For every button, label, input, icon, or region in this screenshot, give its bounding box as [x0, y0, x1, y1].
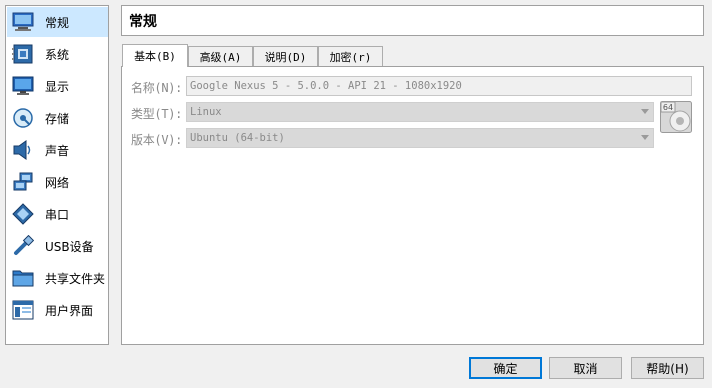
tab-label: 高级(A): [199, 50, 242, 64]
chevron-down-icon: [641, 135, 649, 140]
sidebar-item-user-interface[interactable]: 用户界面: [7, 295, 108, 325]
name-label: 名称(N):: [131, 81, 183, 95]
sidebar-item-general[interactable]: 常规: [7, 7, 108, 37]
user-interface-window-icon: [11, 298, 35, 322]
sidebar-item-label: USB设备: [45, 239, 94, 254]
chevron-down-icon: [641, 109, 649, 114]
name-value: Google Nexus 5 - 5.0.0 - API 21 - 1080x1…: [190, 80, 462, 92]
help-button-label: 帮助(H): [646, 361, 689, 376]
sidebar-item-label: 声音: [45, 143, 70, 158]
sidebar-item-label: 系统: [45, 47, 70, 62]
sidebar-item-storage[interactable]: 存储: [7, 103, 108, 133]
ok-button-label: 确定: [493, 361, 518, 376]
tab-advanced[interactable]: 高级(A): [188, 46, 253, 66]
serial-port-icon: [11, 202, 35, 226]
monitor-general-icon: [11, 10, 35, 34]
ok-button[interactable]: 确定: [469, 357, 542, 379]
sidebar-item-label: 用户界面: [45, 303, 94, 318]
tab-label: 加密(r): [329, 50, 372, 64]
motherboard-chip-icon: [11, 42, 35, 66]
shared-folder-icon: [11, 266, 35, 290]
usb-plug-icon: [11, 234, 35, 258]
tab-label: 基本(B): [134, 50, 176, 63]
type-label: 类型(T):: [131, 107, 183, 121]
sidebar-item-label: 显示: [45, 79, 70, 94]
os-badge-text: 64: [663, 103, 673, 112]
page-title-text: 常规: [129, 13, 157, 30]
speaker-icon: [11, 138, 35, 162]
sidebar-item-serial-ports[interactable]: 串口: [7, 199, 108, 229]
name-field: Google Nexus 5 - 5.0.0 - API 21 - 1080x1…: [186, 76, 692, 96]
type-select: Linux: [186, 102, 654, 122]
tab-encryption[interactable]: 加密(r): [318, 46, 383, 66]
sidebar-item-shared-folders[interactable]: 共享文件夹: [7, 263, 108, 293]
version-value: Ubuntu (64-bit): [190, 132, 285, 144]
sidebar-item-label: 共享文件夹: [45, 271, 106, 286]
help-button[interactable]: 帮助(H): [631, 357, 704, 379]
sidebar-item-label: 串口: [45, 207, 70, 222]
sidebar-item-label: 存储: [45, 111, 70, 126]
page-title: 常规: [121, 5, 704, 36]
tab-description[interactable]: 说明(D): [253, 46, 318, 66]
network-icon: [11, 170, 35, 194]
type-value: Linux: [190, 106, 222, 118]
version-select: Ubuntu (64-bit): [186, 128, 654, 148]
tab-basic[interactable]: 基本(B): [122, 44, 188, 67]
cancel-button-label: 取消: [573, 361, 598, 376]
display-monitor-icon: [11, 74, 35, 98]
tab-label: 说明(D): [264, 50, 307, 64]
sidebar-item-label: 常规: [45, 15, 70, 30]
disk-storage-icon: [11, 106, 35, 130]
sidebar-item-system[interactable]: 系统: [7, 39, 108, 69]
sidebar-item-network[interactable]: 网络: [7, 167, 108, 197]
cancel-button[interactable]: 取消: [549, 357, 622, 379]
settings-sidebar: 常规 系统 显示 存储 声音 网络 串口 USB设备 共享文件夹 用户界面: [5, 5, 109, 345]
sidebar-item-usb[interactable]: USB设备: [7, 231, 108, 261]
sidebar-item-audio[interactable]: 声音: [7, 135, 108, 165]
sidebar-item-label: 网络: [45, 175, 70, 190]
os-type-icon: 64: [660, 101, 692, 133]
sidebar-item-display[interactable]: 显示: [7, 71, 108, 101]
version-label: 版本(V):: [131, 133, 183, 147]
